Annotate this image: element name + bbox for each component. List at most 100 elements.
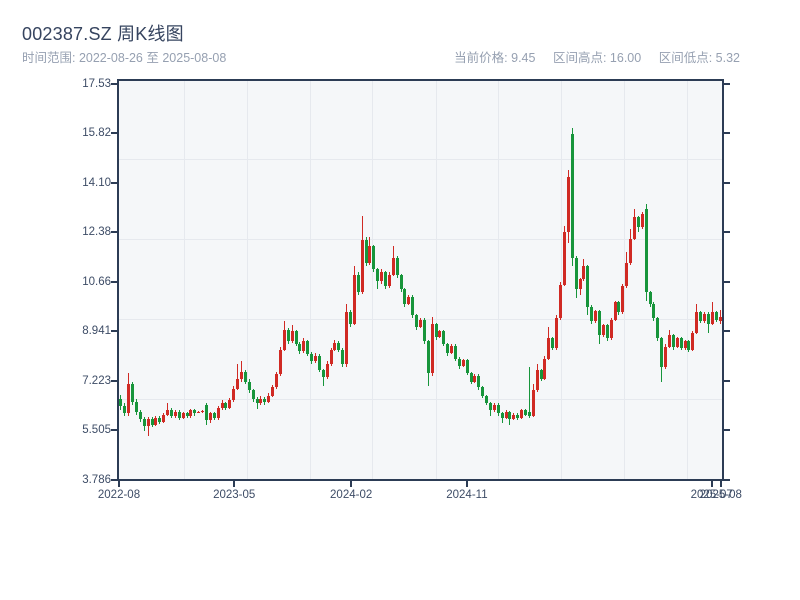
price-stats: 当前价格: 9.45 区间高点: 16.00 区间低点: 5.32 [454,47,740,66]
candle-body [520,410,523,417]
candle-body [715,312,718,319]
candle-body [384,272,387,286]
x-tick-label: 2025-08 [686,489,756,501]
candle-body [341,350,344,364]
x-axis-tick [118,481,120,487]
candle-body [497,405,500,414]
candle-body [333,343,336,350]
range-high-stat: 区间高点: 16.00 [553,51,641,65]
y-tick-label: 12.38 [51,226,111,238]
candle-body [652,304,655,318]
y-axis-tick-mirror [724,281,730,283]
candle-body [435,324,438,337]
candle-body [326,364,329,377]
candle-body [711,312,714,324]
candle-body [283,330,286,350]
candle-body [660,338,663,367]
candle-body [567,177,570,232]
candle-body [244,372,247,382]
y-tick-label: 3.786 [51,474,111,486]
candle-body [256,399,259,403]
y-axis-tick [111,83,117,85]
vertical-gridline [687,81,688,479]
candle-body [415,315,418,327]
candle-body [699,312,702,321]
range-high-value: 16.00 [610,51,641,65]
candle-body [376,269,379,281]
vertical-gridline [561,81,562,479]
y-axis-tick-mirror [724,83,730,85]
candle-body [154,418,157,425]
candle-body [337,343,340,350]
candle-body [365,240,368,263]
candle-body [598,311,601,335]
candle-body [330,350,333,364]
candle-body [625,263,628,286]
candle-body [147,419,150,426]
candle-body [419,320,422,327]
candle-body [228,400,231,407]
candle-body [582,266,585,279]
candle-body [310,354,313,361]
candle-body [205,405,208,421]
candle-body [473,376,476,382]
candle-body [209,413,212,420]
candle-body [403,289,406,303]
candle-body [629,239,632,263]
y-axis-tick [111,380,117,382]
candle-body [540,370,543,379]
candle-body [400,275,403,289]
candle-body [450,346,453,353]
x-tick-label: 2024-11 [432,489,502,501]
candle-body [189,410,192,416]
candle-body [306,341,309,354]
x-axis-tick [350,481,352,487]
y-tick-label: 14.10 [51,177,111,189]
vertical-gridline [184,81,185,479]
candle-body [345,312,348,364]
candlestick-plot: 17.5315.8214.1012.3810.668.9417.2235.505… [117,79,724,481]
y-axis-tick [111,132,117,134]
candle-body [664,347,667,367]
range-low-label: 区间低点: [659,51,712,65]
y-axis-tick [111,182,117,184]
candle-body [170,410,173,416]
candle-body [676,338,679,347]
candle-body [135,402,138,412]
candle-body [178,412,181,418]
candle-body [687,341,690,350]
candle-body [279,350,282,374]
y-axis-tick-mirror [724,479,730,481]
y-axis-tick [111,479,117,481]
chart-page: 002387.SZ 周K线图 时间范围: 2022-08-26 至 2025-0… [0,0,800,600]
candle-body [602,325,605,335]
candle-body [501,413,504,417]
candle-body [543,359,546,379]
candle-body [322,370,325,377]
candle-body [485,396,488,403]
candle-body [563,232,566,285]
candle-body [388,275,391,287]
y-tick-label: 15.82 [51,127,111,139]
candle-body [423,320,426,342]
candle-body [586,266,589,306]
candle-body [411,297,414,316]
current-price-value: 9.45 [511,51,535,65]
candle-body [695,312,698,332]
candle-body [186,413,189,416]
candle-body [641,214,644,227]
candle-body [291,331,294,341]
candle-body [493,405,496,411]
plot-area: 17.5315.8214.1012.3810.668.9417.2235.505… [119,81,722,479]
candle-body [295,331,298,344]
candle-body [559,285,562,318]
candle-body [287,330,290,342]
candle-body [298,344,301,351]
candle-body [361,240,364,292]
candle-body [232,389,235,401]
candle-wick [529,367,530,417]
x-axis-tick [466,481,468,487]
candle-body [575,258,578,290]
candle-body [407,297,410,304]
candle-body [512,415,515,419]
